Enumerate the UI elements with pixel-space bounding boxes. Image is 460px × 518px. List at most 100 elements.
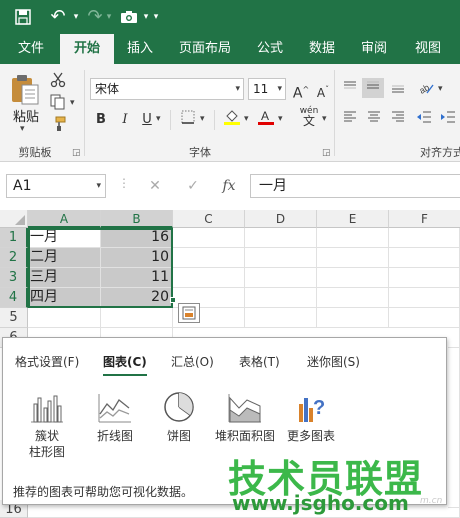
bold-icon[interactable]: B xyxy=(92,110,110,130)
increase-indent-icon[interactable] xyxy=(438,110,458,130)
cell-f2[interactable] xyxy=(389,248,460,268)
cell-c3[interactable] xyxy=(173,268,245,288)
fill-handle[interactable] xyxy=(170,297,176,303)
cell-e2[interactable] xyxy=(317,248,389,268)
increase-font-size-icon[interactable]: A^ xyxy=(292,80,310,102)
select-all-corner[interactable] xyxy=(0,210,28,228)
cell-a5[interactable] xyxy=(28,308,101,328)
tab-insert[interactable]: 插入 xyxy=(118,34,162,64)
cell-f6[interactable] xyxy=(448,328,460,348)
qa-tab-totals[interactable]: 汇总(O) xyxy=(171,353,214,370)
camera-icon[interactable] xyxy=(118,0,140,34)
borders-icon[interactable] xyxy=(178,110,198,130)
orientation-dropdown-icon[interactable]: ▾ xyxy=(438,84,443,94)
paste-dropdown-icon[interactable]: ▾ xyxy=(20,124,25,134)
stacked-area-chart-icon[interactable] xyxy=(227,392,263,424)
chevron-down-icon[interactable]: ▾ xyxy=(96,175,101,197)
cell-d4[interactable] xyxy=(245,288,317,308)
cell-f4[interactable] xyxy=(389,288,460,308)
row-header-1[interactable]: 1 xyxy=(0,228,28,248)
paste-button[interactable]: 粘贴 xyxy=(10,106,42,125)
stacked-area-chart-label[interactable]: 堆积面积图 xyxy=(209,428,281,444)
tab-file[interactable]: 文件 xyxy=(6,34,56,64)
borders-dropdown-icon[interactable]: ▾ xyxy=(200,114,205,124)
qa-tab-charts[interactable]: 图表(C) xyxy=(103,353,147,376)
fill-color-icon[interactable] xyxy=(222,108,242,128)
cell-f3[interactable] xyxy=(389,268,460,288)
cell-f1[interactable] xyxy=(389,228,460,248)
more-charts-label[interactable]: 更多图表 xyxy=(281,428,341,444)
column-header-b[interactable]: B xyxy=(101,210,173,228)
font-launcher-icon[interactable]: ◲ xyxy=(322,148,331,158)
font-color-icon[interactable]: A xyxy=(256,108,276,128)
align-top-icon[interactable] xyxy=(340,80,360,100)
tab-page-layout[interactable]: 页面布局 xyxy=(170,34,240,64)
pie-chart-icon[interactable] xyxy=(161,390,197,422)
clipboard-launcher-icon[interactable]: ◲ xyxy=(72,148,81,158)
cell-d3[interactable] xyxy=(245,268,317,288)
clustered-column-chart-label[interactable]: 簇状 柱形图 xyxy=(17,428,77,460)
column-header-f[interactable]: F xyxy=(389,210,460,228)
copy-dropdown-icon[interactable]: ▾ xyxy=(70,98,75,108)
column-header-e[interactable]: E xyxy=(317,210,389,228)
cell-d5[interactable] xyxy=(245,308,317,328)
align-middle-icon[interactable] xyxy=(362,78,384,98)
line-chart-icon[interactable] xyxy=(97,392,133,424)
font-size-combo[interactable]: 11 ▾ xyxy=(248,78,286,100)
tab-data[interactable]: 数据 xyxy=(300,34,344,64)
redo-dropdown-icon[interactable]: ▾ xyxy=(104,0,114,34)
row-header-5[interactable]: 5 xyxy=(0,308,28,328)
insert-function-button[interactable]: fx xyxy=(214,174,244,198)
decrease-font-size-icon[interactable]: Aˇ xyxy=(314,80,332,100)
font-name-combo[interactable]: 宋体 ▾ xyxy=(90,78,244,100)
decrease-indent-icon[interactable] xyxy=(414,110,434,130)
qa-tab-formatting[interactable]: 格式设置(F) xyxy=(15,353,79,370)
clustered-column-chart-icon[interactable] xyxy=(29,392,65,424)
qa-tab-sparklines[interactable]: 迷你图(S) xyxy=(307,353,360,370)
chevron-down-icon[interactable]: ▾ xyxy=(277,79,282,99)
cell-f-column-edge[interactable] xyxy=(448,348,460,508)
undo-dropdown-icon[interactable]: ▾ xyxy=(70,0,82,34)
underline-icon[interactable]: U xyxy=(138,110,156,130)
cell-f5[interactable] xyxy=(389,308,460,328)
column-header-a[interactable]: A xyxy=(28,210,101,228)
align-center-icon[interactable] xyxy=(364,110,384,130)
row-header-2[interactable]: 2 xyxy=(0,248,28,268)
tab-home[interactable]: 开始 xyxy=(60,34,114,64)
cell-b5[interactable] xyxy=(101,308,173,328)
tab-formulas[interactable]: 公式 xyxy=(248,34,292,64)
format-painter-icon[interactable] xyxy=(48,116,68,136)
column-header-c[interactable]: C xyxy=(173,210,245,228)
customize-toolbar-icon[interactable]: ▾ xyxy=(150,0,162,34)
paste-icon[interactable] xyxy=(8,72,42,106)
cell-c1[interactable] xyxy=(173,228,245,248)
align-right-icon[interactable] xyxy=(388,110,408,130)
tab-review[interactable]: 审阅 xyxy=(352,34,396,64)
cell-e3[interactable] xyxy=(317,268,389,288)
column-header-d[interactable]: D xyxy=(245,210,317,228)
undo-icon[interactable]: ↶ xyxy=(46,0,70,34)
cell-e1[interactable] xyxy=(317,228,389,248)
enter-icon[interactable]: ✓ xyxy=(178,174,208,198)
redo-icon[interactable]: ↷ xyxy=(84,0,106,34)
name-box[interactable]: A1 ▾ xyxy=(6,174,106,198)
row-header-3[interactable]: 3 xyxy=(0,268,28,288)
phonetic-dropdown-icon[interactable]: ▾ xyxy=(322,114,327,124)
phonetic-guide-icon[interactable]: wén 文 xyxy=(296,106,322,127)
chevron-down-icon[interactable]: ▾ xyxy=(235,79,240,99)
italic-icon[interactable]: I xyxy=(116,110,134,130)
cell-e5[interactable] xyxy=(317,308,389,328)
align-bottom-icon[interactable] xyxy=(388,80,408,100)
pie-chart-label[interactable]: 饼图 xyxy=(149,428,209,444)
orientation-icon[interactable]: ab xyxy=(416,80,436,100)
more-charts-icon[interactable]: ? xyxy=(293,390,329,422)
align-left-icon[interactable] xyxy=(340,110,360,130)
cell-e4[interactable] xyxy=(317,288,389,308)
font-color-dropdown-icon[interactable]: ▾ xyxy=(278,114,283,124)
cell-d2[interactable] xyxy=(245,248,317,268)
cut-icon[interactable] xyxy=(48,72,68,92)
qa-tab-tables[interactable]: 表格(T) xyxy=(239,353,280,370)
cancel-icon[interactable]: ✕ xyxy=(140,174,170,198)
row-header-4[interactable]: 4 xyxy=(0,288,28,308)
save-icon[interactable] xyxy=(12,0,34,34)
